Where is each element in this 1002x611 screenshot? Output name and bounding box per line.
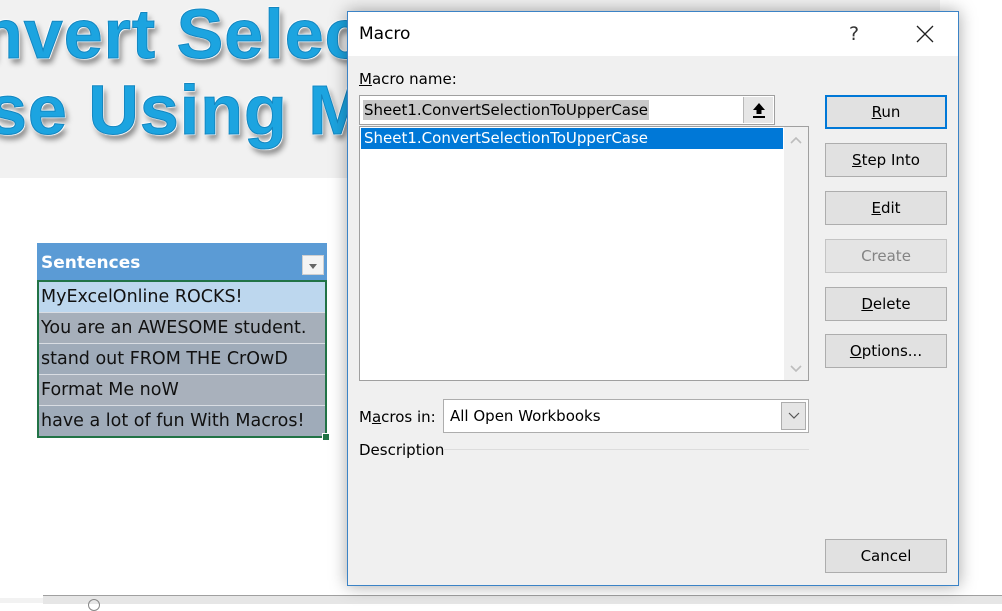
options-button[interactable]: Options... — [825, 334, 947, 368]
description-divider — [444, 449, 809, 450]
fill-handle[interactable] — [322, 433, 330, 441]
table-row[interactable]: MyExcelOnline ROCKS! — [39, 282, 325, 312]
sentences-table: Sentences MyExcelOnline ROCKS! You are a… — [37, 243, 330, 441]
dialog-titlebar[interactable]: Macro ? — [348, 12, 958, 56]
macro-name-input[interactable]: Sheet1.ConvertSelectionToUpperCase — [359, 95, 775, 125]
step-into-button[interactable]: Step Into — [825, 143, 947, 177]
help-button[interactable]: ? — [838, 18, 870, 50]
run-button[interactable]: Run — [825, 95, 947, 129]
macro-name-label: Macro name: — [359, 70, 457, 88]
table-row[interactable]: stand out FROM THE CrOwD — [39, 343, 325, 374]
bottom-bar-left — [0, 598, 43, 603]
table-row[interactable]: have a lot of fun With Macros! — [39, 405, 325, 436]
description-label: Description — [359, 441, 445, 459]
table-row[interactable]: Format Me noW — [39, 374, 325, 405]
scroll-down-arrow-icon[interactable] — [788, 360, 804, 376]
macros-in-dropdown[interactable]: All Open Workbooks — [443, 399, 809, 433]
table-row[interactable]: You are an AWESOME student. — [39, 312, 325, 343]
macro-list[interactable]: Sheet1.ConvertSelectionToUpperCase — [359, 126, 809, 381]
close-icon — [916, 25, 934, 43]
list-scrollbar[interactable] — [784, 127, 808, 380]
edit-button[interactable]: Edit — [825, 191, 947, 225]
banner-title-line-1: nvert Selec — [0, 0, 365, 74]
collapse-dialog-button[interactable] — [743, 97, 773, 123]
upload-arrow-icon — [753, 103, 765, 118]
column-header-sentences: Sentences — [41, 253, 141, 273]
macros-in-label: Macros in: — [359, 408, 436, 426]
dialog-title: Macro — [359, 24, 411, 44]
dropdown-button[interactable] — [781, 402, 806, 430]
create-button[interactable]: Create — [825, 239, 947, 273]
macro-dialog: Macro ? Macro name: Sheet1.ConvertSelect… — [347, 11, 959, 586]
delete-button[interactable]: Delete — [825, 287, 947, 321]
close-button[interactable] — [904, 18, 946, 50]
list-item[interactable]: Sheet1.ConvertSelectionToUpperCase — [361, 128, 783, 149]
scroll-up-arrow-icon[interactable] — [788, 133, 804, 149]
macros-in-value: All Open Workbooks — [450, 407, 601, 425]
add-sheet-icon[interactable] — [88, 599, 100, 611]
chevron-down-icon — [788, 412, 800, 419]
macro-name-value: Sheet1.ConvertSelectionToUpperCase — [363, 100, 650, 120]
selected-range[interactable]: MyExcelOnline ROCKS! You are an AWESOME … — [37, 280, 330, 441]
filter-dropdown-icon[interactable] — [302, 255, 324, 275]
table-header: Sentences — [37, 243, 327, 280]
cancel-button[interactable]: Cancel — [825, 539, 947, 573]
